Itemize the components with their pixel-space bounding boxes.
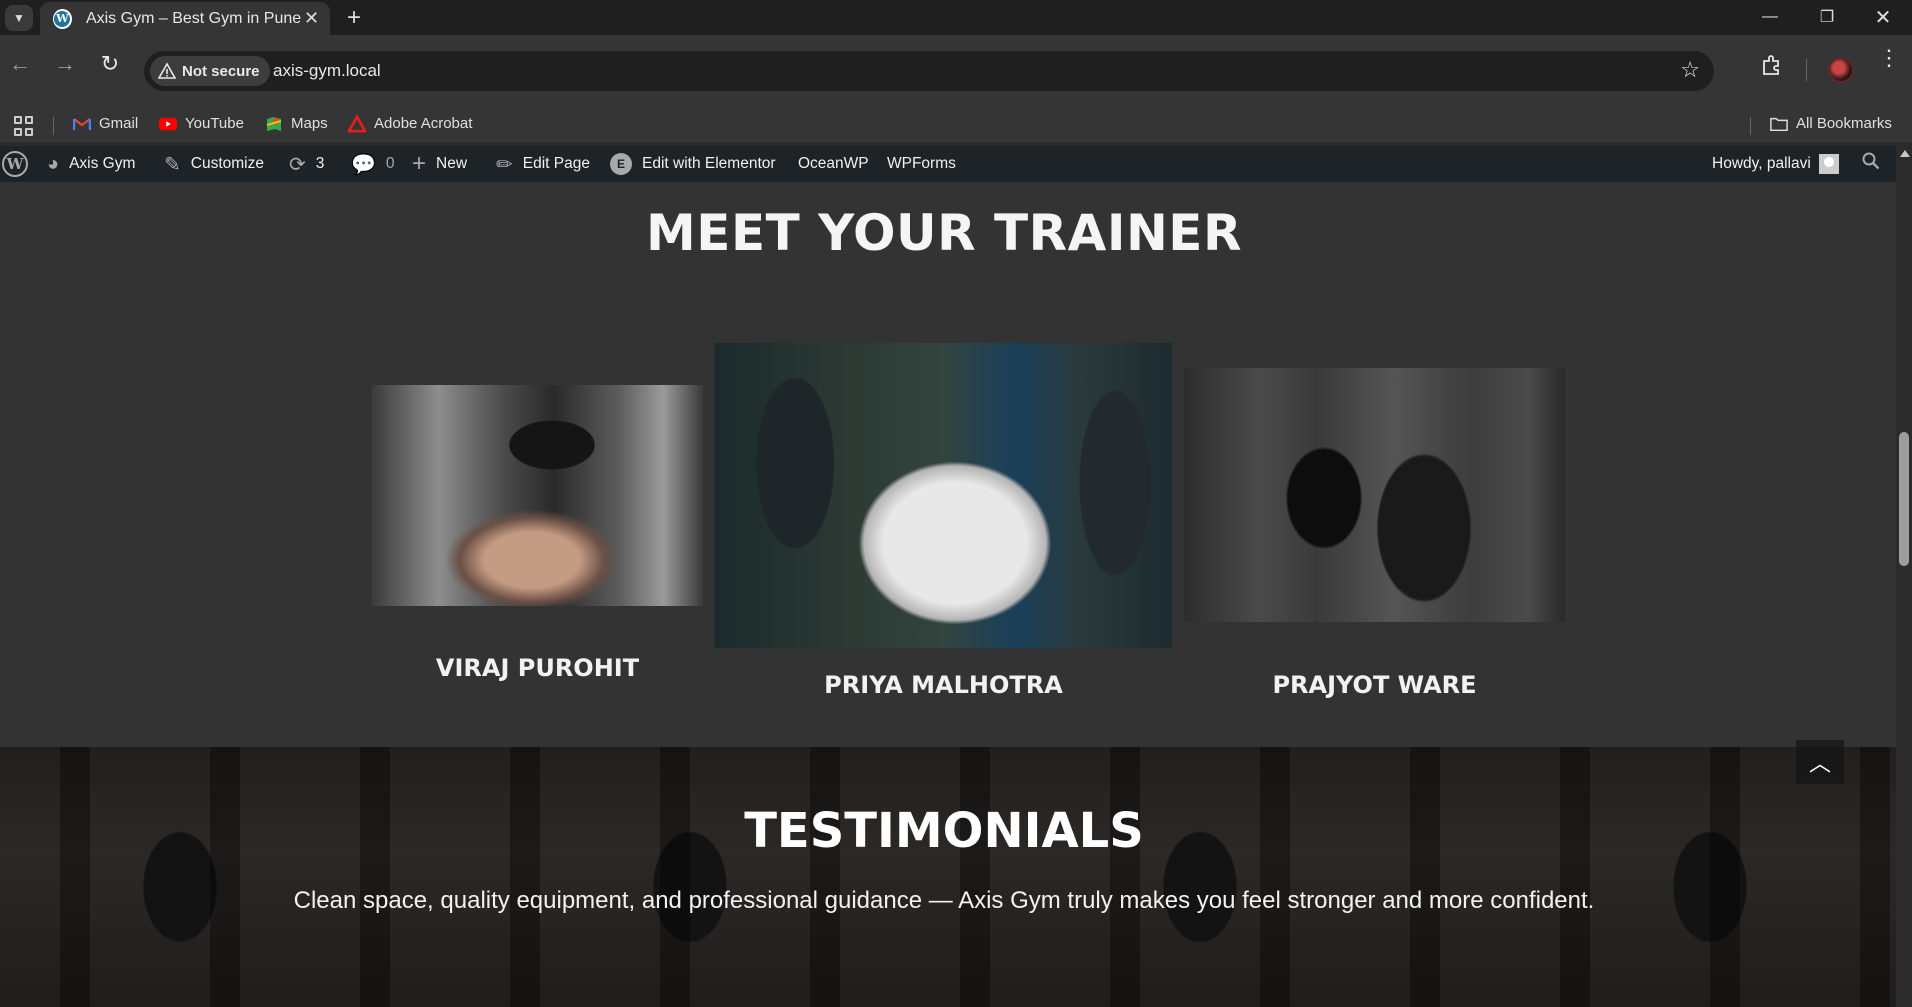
all-bookmarks-label: All Bookmarks [1796,115,1892,132]
bookmark-label: Gmail [99,115,139,132]
scrollbar-thumb[interactable] [1899,432,1909,566]
youtube-icon [159,116,177,132]
back-button[interactable]: ← [3,47,37,81]
wordpress-logo-icon: W [2,151,28,177]
trainer-name: PRIYA MALHOTRA [824,671,1063,699]
url-text[interactable]: axis-gym.local [273,61,381,81]
minimize-button[interactable]: — [1745,2,1795,32]
pencil-icon: ✏ [496,153,513,176]
toolbar-divider [1806,59,1807,81]
browser-toolbar: ← → ↻ Not secure axis-gym.local ☆ ⋮ [0,35,1912,107]
comment-bubble-icon: 💬 [351,153,376,176]
customize-label: Customize [190,155,264,172]
chevron-down-icon: ▼ [13,11,25,25]
bookmark-star-icon[interactable]: ☆ [1680,57,1700,83]
wp-admin-bar: W ◕ Axis Gym ✎ Customize ⟳ 3 💬 0 + New ✏… [0,146,1912,182]
warning-icon [158,62,176,79]
back-to-top-button[interactable]: ︿ [1796,740,1844,784]
oceanwp-menu[interactable]: OceanWP [798,146,869,182]
edit-page-label: Edit Page [522,155,590,172]
browser-menu-icon[interactable]: ⋮ [1878,47,1900,69]
search-icon [1862,152,1880,176]
oceanwp-label: OceanWP [798,155,869,172]
page-scrollbar[interactable] [1896,146,1912,1007]
trainer-photo-prajyot [1184,368,1565,622]
folder-icon [1770,116,1788,132]
trainer-photo-viraj [372,385,703,606]
security-label: Not secure [182,62,260,80]
updates-link[interactable]: ⟳ 3 [289,146,324,182]
bookmark-gmail[interactable]: Gmail [73,115,138,132]
testimonials-heading: TESTIMONIALS [744,803,1144,859]
reload-button[interactable]: ↻ [93,47,127,81]
customize-link[interactable]: ✎ Customize [164,146,264,182]
wpforms-label: WPForms [887,155,956,172]
trainer-photo-priya [715,343,1172,648]
wpforms-menu[interactable]: WPForms [887,146,956,182]
testimonial-quote: Clean space, quality equipment, and prof… [293,887,1595,914]
tab-title: Axis Gym – Best Gym in Pune [85,9,302,27]
gmail-icon [73,116,91,132]
edit-page-link[interactable]: ✏ Edit Page [496,146,590,182]
apps-grid-icon[interactable] [14,116,34,136]
active-tab[interactable]: W Axis Gym – Best Gym in Pune ✕ [40,2,330,35]
bookmarks-divider [1750,117,1751,135]
acrobat-icon [348,114,366,133]
bookmarks-divider [53,117,54,135]
bookmark-label: Adobe Acrobat [374,115,473,132]
updates-refresh-icon: ⟳ [289,153,306,176]
dashboard-gauge-icon: ◕ [47,152,60,175]
bookmark-label: YouTube [185,115,244,132]
tab-strip: ▼ W Axis Gym – Best Gym in Pune ✕ + — ❐ … [0,0,1912,35]
comments-link[interactable]: 💬 0 [351,146,395,182]
tab-close-icon[interactable]: ✕ [301,8,322,29]
trainer-name: VIRAJ PUROHIT [435,654,640,682]
page-content: MEET YOUR TRAINER VIRAJ PUROHIT PRIYA MA… [0,182,1896,1007]
trainer-name: PRAJYOT WARE [1272,671,1477,699]
site-name-label: Axis Gym [69,155,136,172]
trainers-heading: MEET YOUR TRAINER [646,204,1242,262]
address-bar[interactable]: Not secure axis-gym.local ☆ [144,51,1714,91]
profile-avatar[interactable] [1828,57,1854,83]
admin-search[interactable] [1862,146,1880,182]
extensions-puzzle-icon[interactable] [1760,53,1784,77]
elementor-icon: E [610,153,632,175]
all-bookmarks[interactable]: All Bookmarks [1770,115,1892,132]
edit-elementor-label: Edit with Elementor [642,155,776,172]
user-avatar [1818,154,1839,174]
paintbrush-icon: ✎ [164,153,181,176]
new-content-menu[interactable]: + New [412,146,467,182]
site-name-menu[interactable]: ◕ Axis Gym [47,146,135,182]
new-tab-button[interactable]: + [347,4,361,32]
bookmark-adobe-acrobat[interactable]: Adobe Acrobat [348,114,473,133]
updates-count: 3 [315,155,325,172]
chevron-up-icon: ︿ [1808,751,1831,776]
wordpress-favicon-icon: W [53,8,72,29]
restore-button[interactable]: ❐ [1802,2,1852,32]
scroll-up-arrow-icon[interactable] [1900,150,1910,157]
bookmarks-bar: Gmail YouTube Maps Adobe Acrobat All Boo… [0,107,1912,143]
new-label: New [436,155,468,172]
maps-icon [265,116,283,132]
forward-button[interactable]: → [48,47,82,81]
comments-count: 0 [385,155,395,172]
security-chip[interactable]: Not secure [150,56,270,86]
my-account-menu[interactable]: Howdy, pallavi [1712,146,1839,182]
edit-elementor-link[interactable]: E Edit with Elementor [610,146,776,182]
bookmark-youtube[interactable]: YouTube [159,115,244,132]
close-window-button[interactable]: ✕ [1858,2,1908,32]
testimonials-background-overlay [0,747,1896,1007]
wp-logo-menu[interactable]: W [2,146,28,182]
tab-search-button[interactable]: ▼ [5,5,33,31]
howdy-label: Howdy, pallavi [1712,155,1811,172]
plus-icon: + [412,150,427,177]
bookmark-maps[interactable]: Maps [265,115,328,132]
testimonials-section: TESTIMONIALS Clean space, quality equipm… [0,747,1896,1007]
bookmark-label: Maps [291,115,328,132]
